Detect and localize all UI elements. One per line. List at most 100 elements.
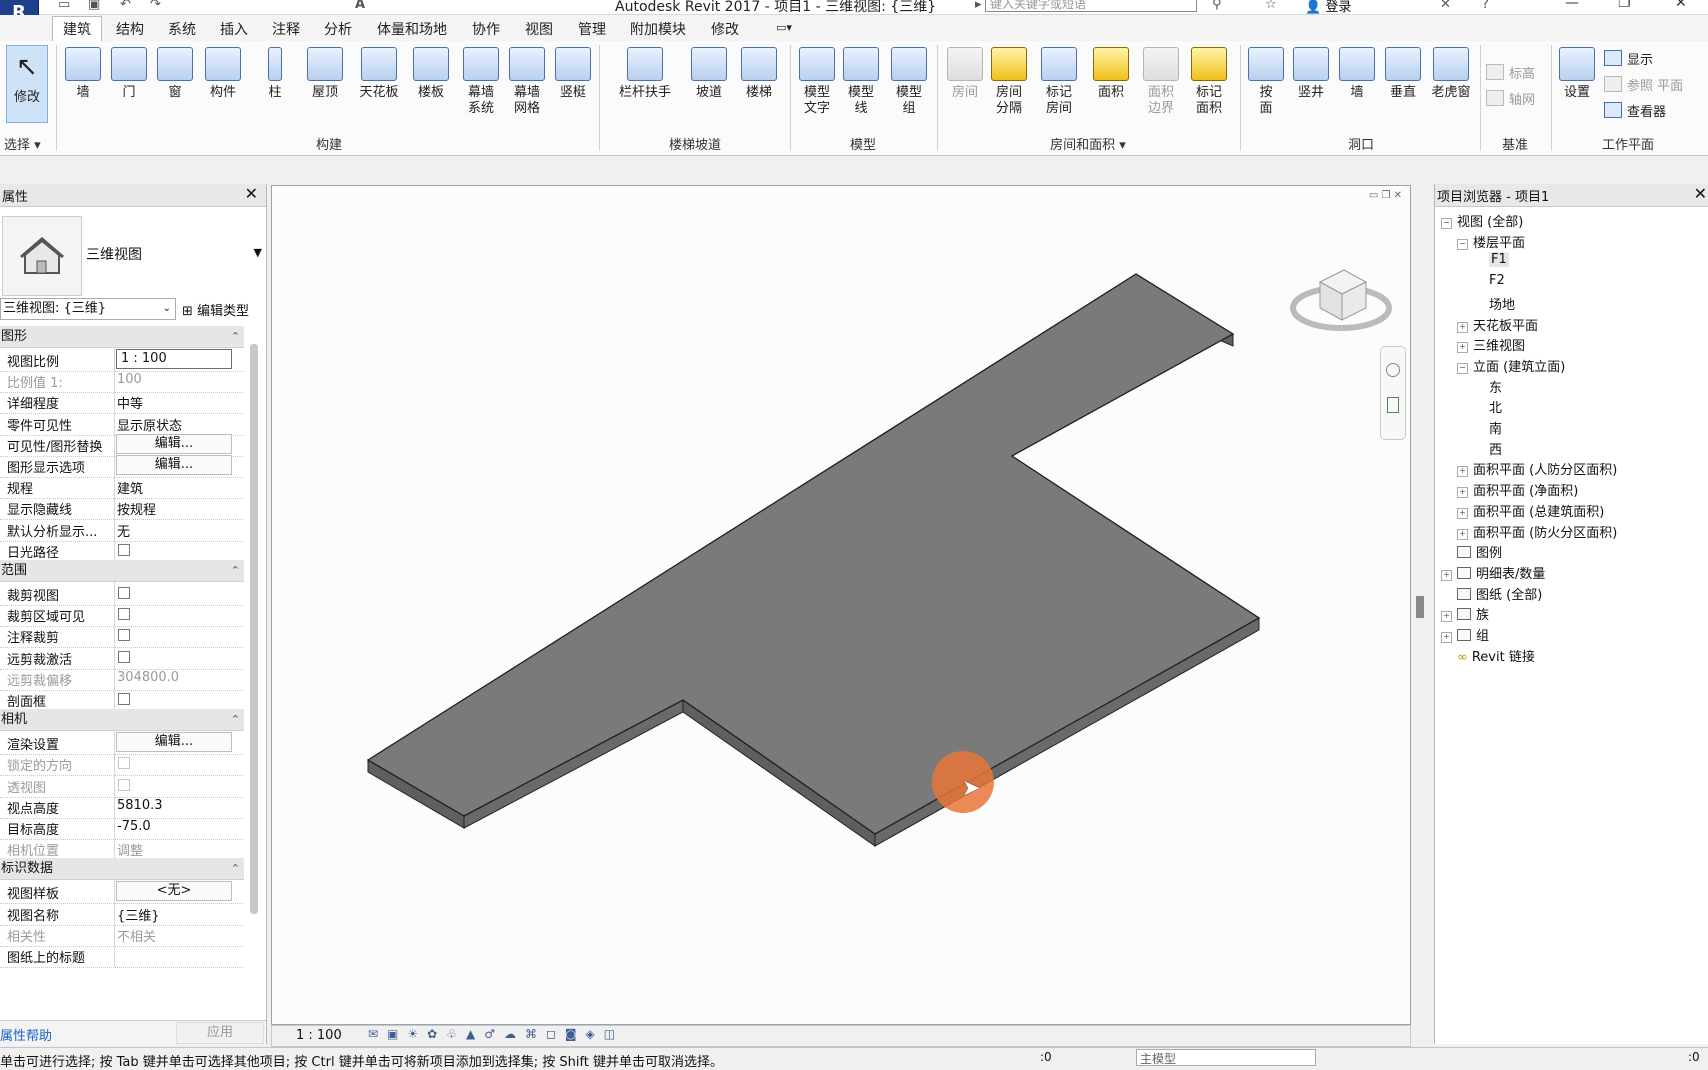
by-face-button[interactable]: 按 面 — [1246, 47, 1286, 117]
stair-button[interactable]: 楼梯 — [738, 47, 780, 101]
room-button[interactable]: 房间 — [944, 47, 986, 101]
tab-annotate[interactable]: 注释 — [272, 19, 300, 39]
property-value[interactable]: 100 — [117, 372, 142, 387]
area-button[interactable]: 面积 — [1090, 47, 1132, 101]
browser-node[interactable]: 北 — [1473, 397, 1502, 416]
model-group-button[interactable]: 模型 组 — [888, 47, 930, 117]
properties-scrollbar[interactable] — [250, 344, 258, 914]
tab-systems[interactable]: 系统 — [168, 19, 196, 39]
shaft-button[interactable]: 竖井 — [1290, 47, 1332, 101]
tree-toggle-icon[interactable]: + — [1457, 528, 1468, 540]
browser-node[interactable]: 图例 — [1441, 542, 1502, 561]
navigation-bar[interactable] — [1380, 346, 1406, 440]
tab-insert[interactable]: 插入 — [220, 19, 248, 39]
instance-selector[interactable]: 三维视图: {三维} ⌄ — [0, 298, 176, 320]
tab-structure[interactable]: 结构 — [116, 19, 144, 39]
browser-node[interactable]: + 面积平面 (总建筑面积) — [1457, 501, 1604, 520]
ref-plane-button[interactable]: 参照 平面 — [1604, 75, 1683, 94]
workset-selector[interactable]: 主模型 — [1136, 1049, 1316, 1066]
tab-architecture[interactable]: 建筑 — [52, 16, 102, 41]
railing-button[interactable]: 栏杆扶手 — [610, 47, 680, 101]
select-panel-label[interactable]: 选择 ▾ — [4, 134, 54, 153]
tag-area-button[interactable]: 标记 面积 — [1188, 47, 1230, 117]
tab-manage[interactable]: 管理 — [578, 19, 606, 39]
property-value[interactable]: 显示原状态 — [117, 415, 182, 434]
help-icon[interactable]: ? — [1482, 0, 1489, 12]
property-group-header[interactable]: 相机 ⌃ — [0, 709, 244, 732]
browser-node[interactable]: + 三维视图 — [1457, 335, 1525, 354]
browser-node[interactable]: + 面积平面 (净面积) — [1457, 480, 1578, 499]
tree-toggle-icon[interactable]: + — [1457, 466, 1468, 478]
properties-help-link[interactable]: 属性帮助 — [0, 1025, 52, 1044]
wall-opening-button[interactable]: 墙 — [1336, 47, 1378, 101]
property-checkbox[interactable] — [118, 543, 130, 556]
property-value[interactable]: 不相关 — [117, 926, 156, 945]
ramp-button[interactable]: 坡道 — [688, 47, 730, 101]
browser-node[interactable]: + 明细表/数量 — [1441, 563, 1545, 582]
property-value[interactable]: 304800.0 — [117, 670, 179, 685]
roof-button[interactable]: 屋顶 — [302, 47, 348, 101]
text-icon[interactable]: A — [355, 0, 365, 12]
browser-node[interactable]: F2 — [1473, 273, 1505, 288]
property-value[interactable]: 按规程 — [117, 499, 156, 518]
open-icon[interactable]: ▭ — [58, 0, 70, 12]
browser-node[interactable]: − 视图 (全部) — [1441, 211, 1523, 230]
tab-massing-site[interactable]: 体量和场地 — [377, 19, 447, 39]
property-checkbox[interactable] — [118, 650, 130, 663]
tab-modify[interactable]: 修改 — [711, 19, 739, 39]
steering-wheel-icon[interactable] — [1386, 363, 1400, 377]
property-value[interactable]: 调整 — [117, 840, 143, 859]
property-edit-button[interactable]: 编辑... — [116, 732, 232, 753]
property-checkbox[interactable] — [118, 629, 130, 642]
browser-node[interactable]: − 立面 (建筑立面) — [1457, 356, 1565, 375]
curtain-system-button[interactable]: 幕墙 系统 — [460, 47, 502, 117]
dormer-button[interactable]: 老虎窗 — [1428, 47, 1474, 101]
tree-toggle-icon[interactable]: + — [1457, 321, 1468, 333]
binoculars-icon[interactable]: ⚲ — [1212, 0, 1222, 12]
property-group-header[interactable]: 图形 ⌃ — [0, 326, 244, 348]
tab-collaborate[interactable]: 协作 — [472, 19, 500, 39]
3d-viewport[interactable]: ▭ ❐ ✕ ➤ — [271, 185, 1411, 1042]
view-scale[interactable]: 1 : 100 — [296, 1028, 342, 1043]
browser-node[interactable]: 南 — [1473, 418, 1502, 437]
room-area-panel-label[interactable]: 房间和面积 ▾ — [938, 134, 1238, 153]
column-button[interactable]: 柱 — [254, 47, 296, 101]
save-icon[interactable]: ▣ — [88, 0, 100, 12]
wall-button[interactable]: 墙 — [62, 47, 104, 101]
help-search-input[interactable]: 键入关键字或短语 — [985, 0, 1197, 12]
browser-node[interactable]: − 楼层平面 — [1457, 232, 1525, 251]
view-cube[interactable] — [1286, 250, 1396, 340]
tree-toggle-icon[interactable]: + — [1441, 632, 1452, 643]
viewer-button[interactable]: 查看器 — [1604, 101, 1666, 120]
window-button[interactable]: 窗 — [154, 47, 196, 101]
browser-node[interactable]: + 面积平面 (防火分区面积) — [1457, 522, 1617, 541]
property-value[interactable]: -75.0 — [117, 819, 151, 834]
undo-icon[interactable]: ↶ — [120, 0, 131, 12]
close-icon[interactable]: ✕ — [245, 184, 258, 203]
browser-node[interactable]: + 天花板平面 — [1457, 315, 1538, 334]
show-workplane-button[interactable]: 显示 — [1604, 49, 1653, 68]
property-edit-button[interactable]: <无> — [116, 881, 232, 902]
close-icon[interactable]: ✕ — [1694, 184, 1707, 203]
property-value[interactable]: 建筑 — [117, 478, 143, 497]
restore-icon[interactable]: ❐ — [1618, 0, 1631, 11]
view-control-icons[interactable]: ✉▣☀✿♧▲♂☁⌘◻◙◈◫ — [368, 1027, 624, 1041]
model-line-button[interactable]: 模型 线 — [840, 47, 882, 117]
tab-analyze[interactable]: 分析 — [324, 19, 352, 39]
vertical-scrollbar[interactable] — [1416, 596, 1424, 618]
model-text-button[interactable]: 模型 文字 — [796, 47, 838, 117]
browser-node[interactable]: 东 — [1473, 377, 1502, 396]
zoom-icon[interactable] — [1387, 397, 1399, 413]
tree-toggle-icon[interactable]: + — [1441, 611, 1452, 623]
mullion-button[interactable]: 竖梃 — [552, 47, 594, 101]
browser-node[interactable]: 西 — [1473, 439, 1502, 458]
tab-addins[interactable]: 附加模块 — [630, 19, 686, 39]
modify-button[interactable]: ↖ 修改 — [6, 45, 48, 123]
close-window-icon[interactable]: ✕ — [1675, 0, 1687, 11]
set-workplane-button[interactable]: 设置 — [1556, 47, 1598, 101]
vertical-opening-button[interactable]: 垂直 — [1382, 47, 1424, 101]
tab-options-icon[interactable]: ▭▾ — [776, 21, 792, 34]
login-button[interactable]: 👤 登录 — [1305, 0, 1351, 14]
tree-toggle-icon[interactable]: + — [1457, 507, 1468, 519]
property-value[interactable]: 无 — [117, 521, 130, 540]
